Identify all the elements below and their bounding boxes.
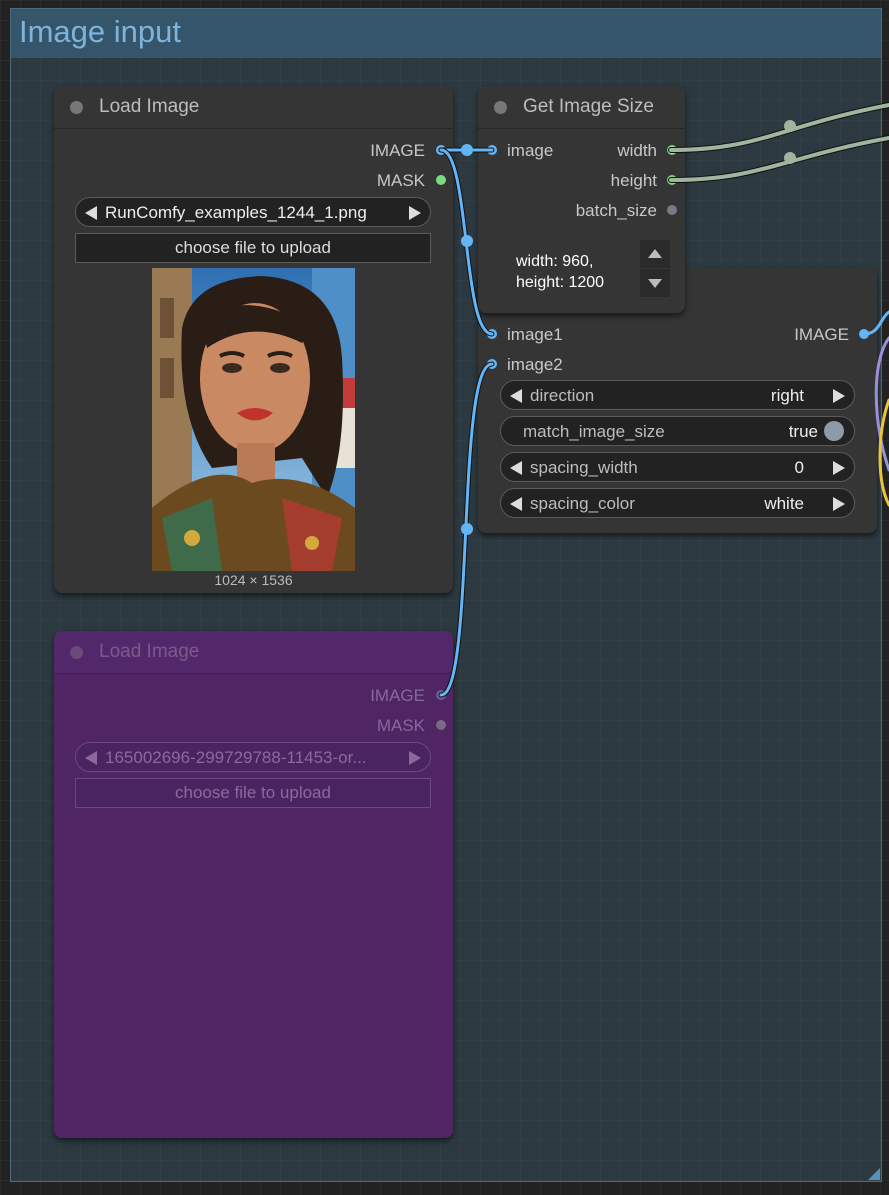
node-header[interactable]: Load Image [54, 86, 453, 129]
output-label-image: IMAGE [370, 686, 425, 705]
input-label-image: image [507, 141, 554, 160]
widget-label: spacing_width [530, 458, 638, 477]
image-file-selector[interactable]: RunComfy_examples_1244_1.png [75, 197, 431, 227]
toggle-knob-icon[interactable] [824, 421, 844, 441]
input-slot-image2[interactable] [487, 359, 497, 369]
chevron-up-icon [648, 249, 662, 258]
output-slot-image[interactable] [859, 329, 869, 339]
widget-value: 0 [794, 458, 804, 477]
image-file-name: RunComfy_examples_1244_1.png [105, 203, 367, 222]
group-header[interactable]: Image input [11, 9, 881, 58]
chevron-down-icon [648, 279, 662, 288]
spacing-width-number[interactable]: spacing_width 0 [500, 452, 855, 482]
portrait-illustration [152, 268, 355, 571]
widget-label: direction [530, 386, 595, 405]
size-preview-text: width: 960, height: 1200 [516, 251, 636, 299]
input-label-image1: image1 [507, 325, 563, 344]
scroll-up-button[interactable] [640, 240, 670, 268]
output-label-mask: MASK [376, 716, 425, 735]
arrow-left-icon[interactable] [85, 206, 97, 220]
arrow-right-icon[interactable] [833, 497, 845, 511]
output-slot-mask[interactable] [436, 175, 446, 185]
arrow-left-icon[interactable] [85, 751, 97, 765]
node-header[interactable]: Get Image Size [478, 86, 685, 129]
direction-combo[interactable]: direction right [500, 380, 855, 410]
widget-value: true [788, 422, 818, 441]
load-image-node-bypassed[interactable]: Load Image IMAGE MASK 165002696-29972978… [54, 631, 453, 1138]
node-title: Load Image [99, 96, 200, 117]
widget-label: match_image_size [523, 422, 665, 441]
output-label-width: width [617, 141, 657, 160]
image-preview [152, 268, 355, 571]
preview-width: width: 960, [516, 253, 594, 270]
output-label-height: height [610, 171, 657, 190]
preview-height: height: 1200 [516, 274, 605, 291]
group-resize-handle[interactable] [868, 1168, 880, 1180]
node-header[interactable]: Load Image [54, 631, 453, 674]
group-title: Image input [19, 14, 181, 49]
widget-value: white [764, 494, 804, 513]
upload-button[interactable]: choose file to upload [75, 233, 431, 263]
output-label-image: IMAGE [794, 325, 849, 344]
output-label-batch-size: batch_size [575, 201, 657, 220]
node-title: Get Image Size [523, 96, 654, 117]
spacing-color-combo[interactable]: spacing_color white [500, 488, 855, 518]
upload-button[interactable]: choose file to upload [75, 778, 431, 808]
output-label-image: IMAGE [370, 141, 425, 160]
arrow-left-icon[interactable] [510, 389, 522, 403]
output-slot-image[interactable] [436, 145, 446, 155]
arrow-left-icon[interactable] [510, 497, 522, 511]
arrow-right-icon[interactable] [833, 461, 845, 475]
arrow-right-icon[interactable] [833, 389, 845, 403]
output-label-mask: MASK [376, 171, 425, 190]
input-slot-image[interactable] [487, 145, 497, 155]
image-dimensions: 1024 × 1536 [214, 572, 293, 588]
output-slot-mask[interactable] [436, 720, 446, 730]
widget-label: spacing_color [530, 494, 635, 513]
collapse-dot-icon[interactable] [494, 101, 507, 114]
arrow-right-icon[interactable] [409, 751, 421, 765]
match-image-size-toggle[interactable]: match_image_size true [500, 416, 855, 446]
get-image-size-node[interactable]: Get Image Size image width height batch_… [478, 86, 685, 313]
node-title: Load Image [99, 641, 200, 662]
arrow-right-icon[interactable] [409, 206, 421, 220]
image-file-name: 165002696-299729788-11453-or... [105, 748, 367, 767]
load-image-node[interactable]: Load Image IMAGE MASK RunComfy_examples_… [54, 86, 453, 593]
output-slot-width[interactable] [667, 145, 677, 155]
output-slot-batch-size[interactable] [667, 205, 677, 215]
collapse-dot-icon[interactable] [70, 101, 83, 114]
input-slot-image1[interactable] [487, 329, 497, 339]
input-label-image2: image2 [507, 355, 563, 374]
image-file-selector[interactable]: 165002696-299729788-11453-or... [75, 742, 431, 772]
output-slot-height[interactable] [667, 175, 677, 185]
scroll-down-button[interactable] [640, 269, 670, 297]
collapse-dot-icon[interactable] [70, 646, 83, 659]
widget-value: right [770, 386, 804, 405]
arrow-left-icon[interactable] [510, 461, 522, 475]
output-slot-image[interactable] [436, 690, 446, 700]
